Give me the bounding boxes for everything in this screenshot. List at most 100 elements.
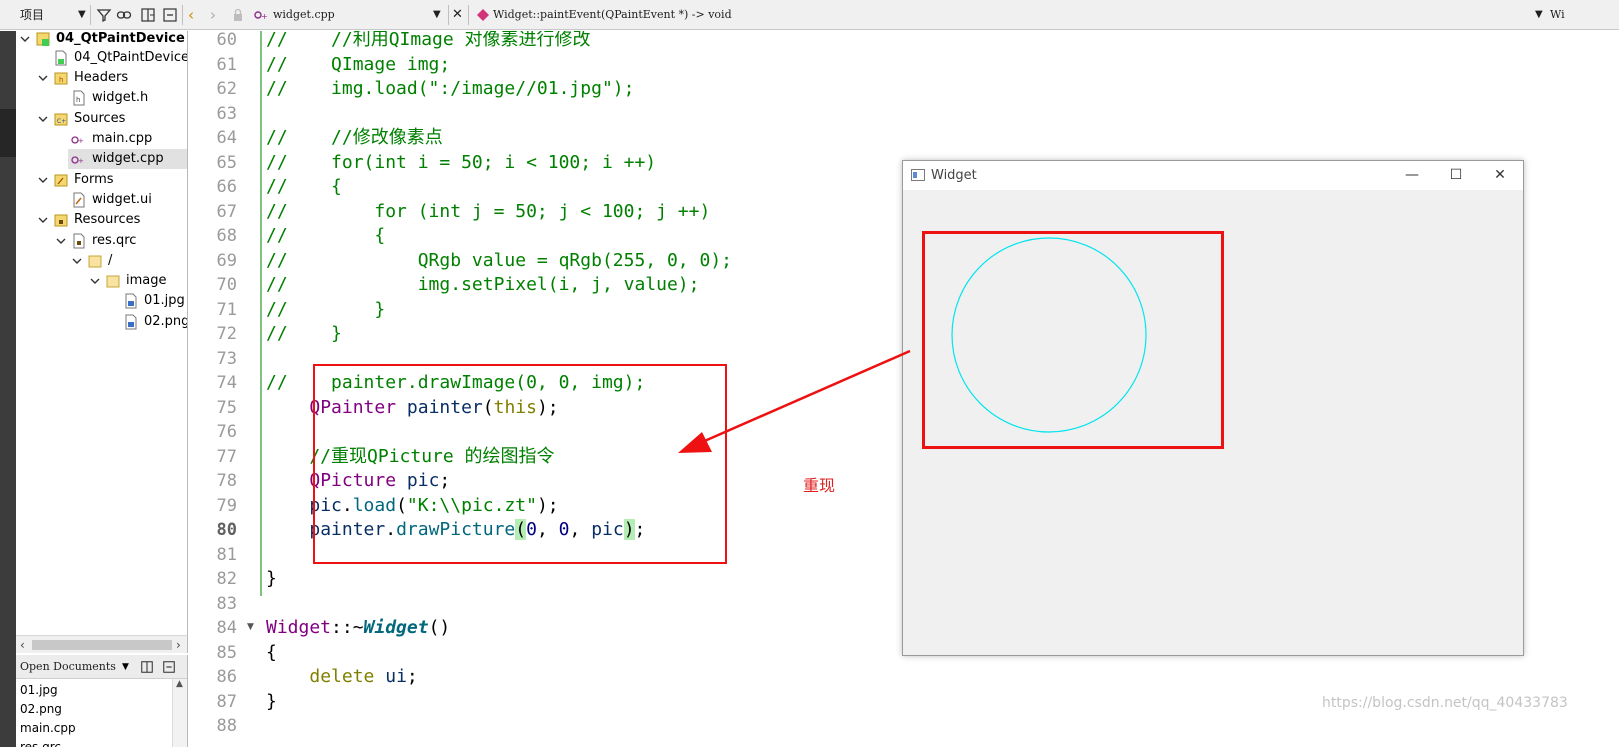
tree-label: main.cpp — [92, 131, 153, 146]
tree-label: Resources — [74, 212, 141, 227]
tree-item-resources[interactable]: Resources — [16, 210, 187, 230]
expand-arrow-icon[interactable] — [90, 271, 100, 291]
watermark-text: https://blog.csdn.net/qq_40433783 — [1322, 695, 1568, 711]
open-documents-scrollbar[interactable]: ▲ — [172, 679, 187, 747]
fold-arrow-icon[interactable]: ▼ — [247, 622, 254, 632]
tree-horizontal-scrollbar[interactable]: ‹ › — [16, 635, 188, 653]
line-number: 69 — [216, 250, 237, 271]
project-tree: 04_QtPaintDevice 04_QtPaintDevice.p h He… — [16, 31, 188, 635]
svg-text:+: + — [78, 137, 84, 145]
open-documents-panel: Open Documents ▼ 01.jpg 02.png main.cpp … — [16, 655, 188, 747]
line-number: 84 — [216, 618, 237, 638]
open-doc-item[interactable]: 01.jpg — [20, 681, 58, 700]
scroll-up-icon[interactable]: ▲ — [176, 679, 183, 689]
line-number: 71 — [216, 299, 237, 320]
tree-item-widget-cpp[interactable]: + widget.cpp — [68, 149, 187, 169]
tree-item-res-qrc[interactable]: res.qrc — [16, 231, 187, 251]
close-button[interactable]: ✕ — [1478, 161, 1522, 190]
line-number-gutter: 60 61 62 63 64 65 66 67 68 69 70 71 72 7… — [189, 31, 245, 747]
svg-text:C+: C+ — [57, 118, 66, 125]
line-number: 77 — [216, 446, 237, 467]
tree-item-pro-file[interactable]: 04_QtPaintDevice.p — [16, 48, 187, 68]
back-icon[interactable]: ‹ — [188, 0, 194, 30]
line-number: 67 — [216, 201, 237, 222]
split-icon[interactable] — [140, 660, 154, 674]
tree-item-widget-h[interactable]: h widget.h — [16, 88, 187, 108]
scrollbar-thumb[interactable] — [32, 640, 172, 650]
pro-file-icon — [55, 50, 67, 66]
code-line: // //利用QImage 对像素进行修改 — [266, 31, 591, 50]
open-doc-item[interactable]: main.cpp — [20, 719, 76, 738]
code-line: // { — [266, 225, 386, 246]
expand-arrow-icon[interactable] — [38, 109, 48, 129]
expand-arrow-icon[interactable] — [56, 231, 66, 251]
expand-arrow-icon[interactable] — [38, 68, 48, 88]
symbol-dropdown-icon[interactable]: ▼ — [1535, 0, 1543, 30]
close-pane-icon[interactable] — [162, 7, 178, 23]
window-menu-cut[interactable]: Wi — [1550, 0, 1565, 30]
line-number: 78 — [216, 471, 237, 491]
chevron-down-icon[interactable]: ▼ — [122, 655, 129, 679]
line-number: 76 — [216, 422, 237, 442]
open-documents-header: Open Documents ▼ — [16, 655, 187, 679]
tree-item-01-jpg[interactable]: 01.jpg — [16, 291, 187, 311]
tree-item-widget-ui[interactable]: widget.ui — [16, 190, 187, 210]
line-number: 72 — [216, 324, 237, 344]
link-icon[interactable] — [116, 7, 132, 23]
expand-arrow-icon[interactable] — [38, 170, 48, 190]
line-number: 73 — [216, 348, 237, 369]
close-pane-icon[interactable] — [162, 660, 176, 674]
line-number: 82 — [216, 569, 237, 589]
file-dropdown-icon[interactable]: ▼ — [433, 0, 441, 30]
forward-icon[interactable]: › — [210, 0, 216, 30]
symbol-selector[interactable]: Widget::paintEvent(QPaintEvent *) -> voi… — [493, 0, 732, 30]
line-number: 87 — [216, 691, 237, 712]
code-line: // for(int i = 50; i < 100; i ++) — [266, 151, 657, 173]
fold-gutter: ▼ — [245, 31, 260, 747]
lock-icon — [234, 8, 242, 21]
code-line: // for (int j = 50; j < 100; j ++) — [266, 200, 711, 222]
tree-item-forms[interactable]: Forms — [16, 170, 187, 190]
line-number: 88 — [216, 716, 237, 736]
code-line: // img.load(":/image//01.jpg"); — [266, 78, 635, 99]
tree-item-image-folder[interactable]: image — [16, 271, 187, 291]
tree-item-02-png[interactable]: 02.png — [16, 312, 187, 332]
tree-item-headers[interactable]: h Headers — [16, 68, 187, 88]
scroll-right-icon[interactable]: › — [176, 636, 181, 654]
window-titlebar[interactable]: Widget — ☐ ✕ — [903, 161, 1523, 190]
filter-icon[interactable] — [96, 7, 112, 23]
tree-item-sources[interactable]: C+ Sources — [16, 109, 187, 129]
file-tab[interactable]: widget.cpp — [273, 0, 335, 30]
line-number: 68 — [216, 226, 237, 246]
open-documents-title[interactable]: Open Documents — [20, 655, 116, 679]
maximize-button[interactable]: ☐ — [1434, 161, 1478, 190]
line-number: 62 — [216, 79, 237, 99]
highlight-box-code — [313, 364, 727, 564]
split-icon[interactable] — [140, 7, 156, 23]
qrc-file-icon — [73, 233, 85, 249]
code-line: // { — [266, 176, 342, 197]
tree-item-root-prefix[interactable]: / — [16, 251, 187, 271]
tree-item-project[interactable]: 04_QtPaintDevice — [16, 31, 187, 49]
line-number: 86 — [216, 667, 237, 687]
tree-label: widget.cpp — [92, 151, 164, 166]
expand-arrow-icon[interactable] — [20, 31, 30, 49]
code-line: Widget::~Widget() — [266, 617, 451, 638]
project-mode-select[interactable]: 项目 — [20, 0, 44, 30]
close-file-icon[interactable]: ✕ — [452, 0, 463, 30]
expand-arrow-icon[interactable] — [72, 251, 82, 271]
open-doc-item[interactable]: res.qrc — [20, 738, 61, 747]
folder-lock-icon — [54, 214, 68, 227]
minimize-button[interactable]: — — [1390, 161, 1434, 190]
folder-cpp-icon: C+ — [54, 113, 68, 126]
expand-arrow-icon[interactable] — [38, 210, 48, 230]
header-file-icon: h — [73, 90, 85, 106]
line-number: 65 — [216, 152, 237, 173]
open-doc-item[interactable]: 02.png — [20, 700, 62, 719]
tree-item-main-cpp[interactable]: + main.cpp — [16, 129, 187, 149]
scroll-left-icon[interactable]: ‹ — [20, 636, 25, 654]
line-number: 81 — [216, 544, 237, 565]
line-number: 60 — [216, 31, 237, 50]
chevron-down-icon[interactable]: ▼ — [78, 0, 86, 30]
tree-label: image — [126, 273, 167, 288]
